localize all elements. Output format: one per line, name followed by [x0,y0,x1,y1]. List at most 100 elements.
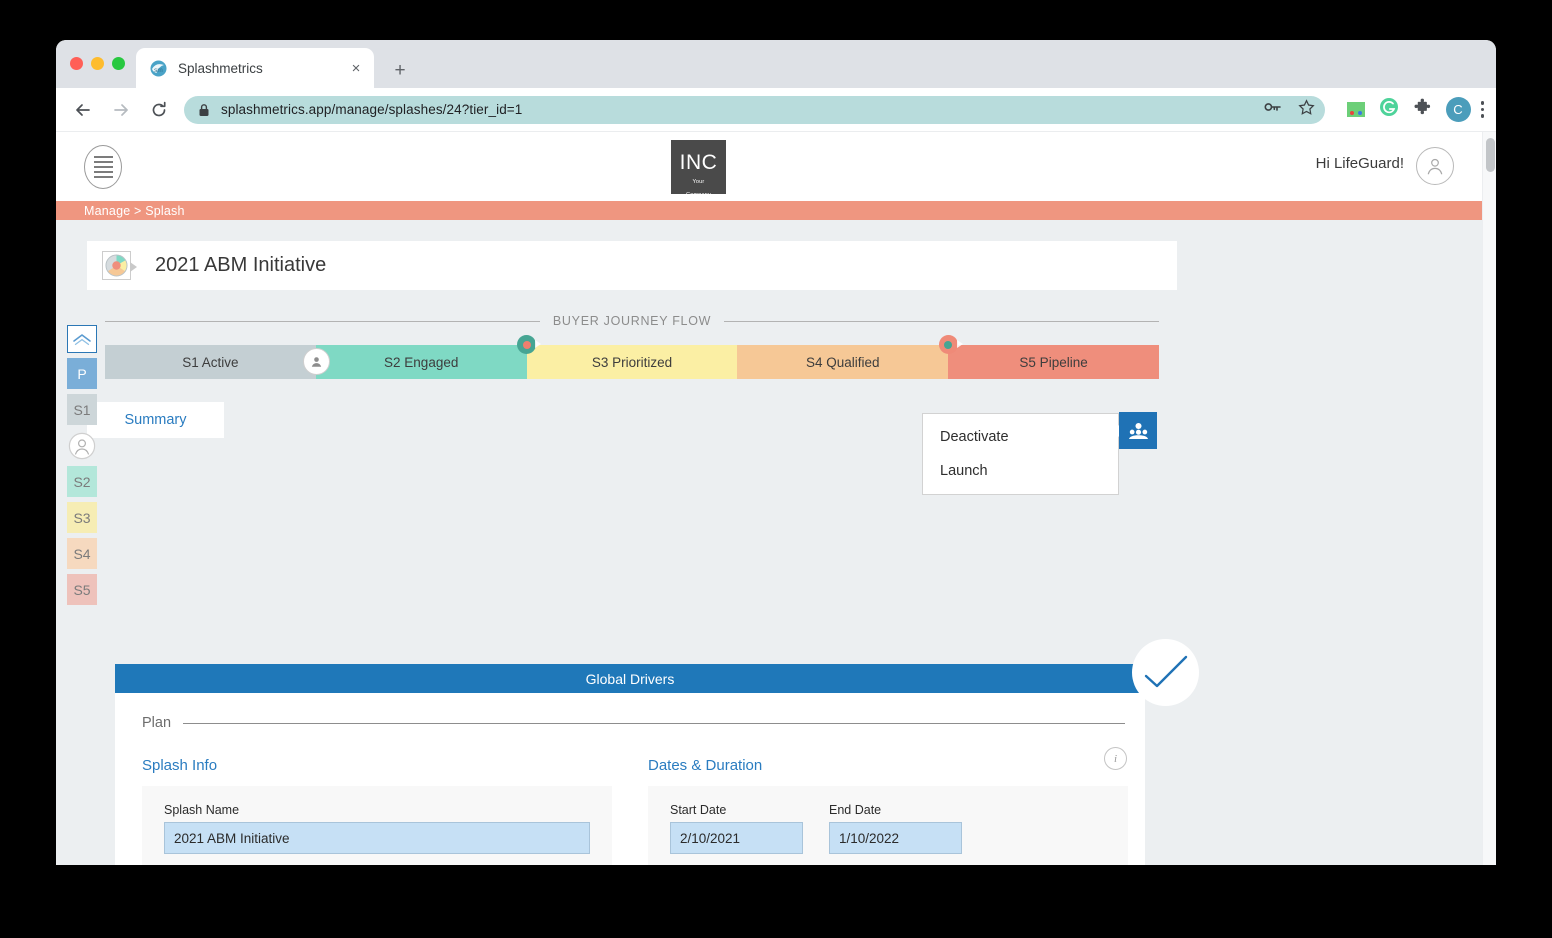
reload-icon[interactable] [144,95,174,125]
splash-title-card: 2021 ABM Initiative [87,241,1177,290]
rail-item-s1[interactable]: S1 [67,394,97,425]
end-date-label: End Date [829,803,882,817]
new-tab-button[interactable]: + [386,56,414,84]
section-divider [183,722,1125,724]
tab-summary-label: Summary [124,412,187,428]
logo-tagline-2: Company [686,191,711,198]
splashmetrics-favicon: sm [150,59,167,77]
tab-summary[interactable]: Summary [87,402,224,438]
rail-item-s4[interactable]: S4 [67,538,97,569]
journey-heading: BUYER JOURNEY FLOW [552,314,712,328]
logo-tagline-1: Your [692,179,705,185]
avatar[interactable] [1416,147,1454,185]
audience-group-icon[interactable] [1112,412,1157,449]
key-icon[interactable] [1264,100,1281,119]
window-close-button[interactable] [70,57,83,70]
page-viewport: INC Your Company Hi LifeGuard! Manage > … [56,132,1496,865]
divider-right [724,320,1160,322]
plan-section-heading-row: Plan [129,693,1131,731]
journey-flow-bar: S1 Active S2 Engaged S3 Prioritized S4 Q… [105,335,1159,379]
window-controls [70,57,125,70]
user-greeting: Hi LifeGuard! [1315,155,1404,172]
end-date-input[interactable]: 1/10/2022 [829,822,962,854]
rail-item-s3[interactable]: S3 [67,502,97,533]
browser-toolbar: splashmetrics.app/manage/splashes/24?tie… [56,88,1496,132]
splash-name-input[interactable]: 2021 ABM Initiative [164,822,590,854]
window-minimize-button[interactable] [91,57,104,70]
journey-stage-label: S3 Prioritized [591,354,673,370]
start-date-field: Start Date 2/10/2021 [670,803,803,854]
window-maximize-button[interactable] [112,57,125,70]
browser-tab-title: Splashmetrics [178,60,263,76]
journey-stage-s4[interactable]: S4 Qualified [737,335,963,379]
journey-stage-s5[interactable]: S5 Pipeline [948,345,1159,379]
dates-duration-column: Dates & Duration Start Date 2/10/2021 En… [648,757,1128,865]
menu-item-launch[interactable]: Launch [923,454,1118,488]
browser-window: sm Splashmetrics × + splashmetrics.app/m… [56,40,1496,865]
splash-info-heading: Splash Info [142,757,218,774]
screenshot-root: sm Splashmetrics × + splashmetrics.app/m… [0,0,1552,938]
journey-stage-label: S1 Active [182,354,239,370]
dates-duration-heading: Dates & Duration [648,757,763,774]
rail-item-s5[interactable]: S5 [67,574,97,605]
screen-share-extension-icon[interactable] [1346,102,1365,117]
journey-stage-label: S5 Pipeline [1019,354,1088,370]
stage-rail: P S1 S2 S3 S4 S5 [67,325,97,605]
journey-heading-row: BUYER JOURNEY FLOW [105,314,1160,328]
dates-duration-fieldbox: Start Date 2/10/2021 End Date 1/10/2022 [648,786,1128,865]
plan-section-label: Plan [142,715,172,731]
logo-name: INC [679,151,718,174]
journey-stage-s2[interactable]: S2 Engaged [315,335,542,379]
journey-stage-label: S2 Engaged [384,354,459,370]
back-icon[interactable] [68,95,98,125]
app-header: INC Your Company Hi LifeGuard! [56,132,1496,201]
rail-item-s2[interactable]: S2 [67,466,97,497]
url-text: splashmetrics.app/manage/splashes/24?tie… [221,102,523,117]
check-circle-icon [1132,639,1199,706]
card-header: Global Drivers [115,664,1145,693]
star-icon[interactable] [1297,98,1315,121]
dates-row: Start Date 2/10/2021 End Date 1/10/2022 [670,803,1106,854]
profile-avatar[interactable]: C [1445,97,1471,122]
page-scrollbar-thumb[interactable] [1486,138,1495,172]
grammarly-extension-icon[interactable] [1379,97,1399,122]
form-columns: Splash Info Splash Name 2021 ABM Initiat… [129,731,1131,865]
journey-stage-s1[interactable]: S1 Active [105,345,330,379]
buyer-journey-panel: BUYER JOURNEY FLOW S1 Active S2 Engaged [87,295,1177,402]
start-date-input[interactable]: 2/10/2021 [670,822,803,854]
journey-stage-s3[interactable]: S3 Prioritized [526,345,738,379]
page-scrollbar[interactable] [1482,132,1496,865]
splash-lifesaver-icon[interactable] [102,251,137,280]
rail-item-p[interactable]: P [67,358,97,389]
forward-icon[interactable] [106,95,136,125]
info-icon[interactable]: i [1104,747,1127,770]
company-logo: INC Your Company [671,140,726,198]
rail-item-person[interactable] [67,430,97,461]
address-bar[interactable]: splashmetrics.app/manage/splashes/24?tie… [184,95,1325,124]
browser-extensions: C [1333,97,1481,122]
splash-action-menu: Deactivate Launch [922,413,1119,495]
browser-tab[interactable]: sm Splashmetrics × [136,48,374,88]
splash-info-fieldbox: Splash Name 2021 ABM Initiative Descript… [142,786,612,865]
page-body: P S1 S2 S3 S4 S5 2021 ABM Initiative BUY… [56,220,1496,865]
rail-collapse-chevrons[interactable] [67,325,97,353]
start-date-label: Start Date [670,803,727,817]
card-body: Plan i Splash Info Splash Name 2021 ABM … [115,693,1145,865]
menu-item-deactivate[interactable]: Deactivate [923,420,1118,454]
breadcrumb-text: Manage > Splash [84,203,185,218]
journey-marker-1[interactable] [517,335,542,354]
breadcrumb[interactable]: Manage > Splash [56,201,1496,220]
splash-info-column: Splash Info Splash Name 2021 ABM Initiat… [142,757,612,865]
page-title: 2021 ABM Initiative [155,254,327,276]
journey-stage-label: S4 Qualified [806,354,880,370]
splash-name-label: Splash Name [164,803,240,817]
browser-menu-icon[interactable] [1480,101,1484,118]
journey-person-pin[interactable] [302,348,330,375]
close-icon[interactable]: × [344,56,368,80]
browser-tab-strip: sm Splashmetrics × + [56,40,1496,88]
hamburger-menu-icon[interactable] [84,145,122,189]
extensions-puzzle-icon[interactable] [1413,98,1432,122]
journey-marker-2[interactable] [938,335,963,354]
divider-left [105,320,540,322]
end-date-field: End Date 1/10/2022 [829,803,962,854]
